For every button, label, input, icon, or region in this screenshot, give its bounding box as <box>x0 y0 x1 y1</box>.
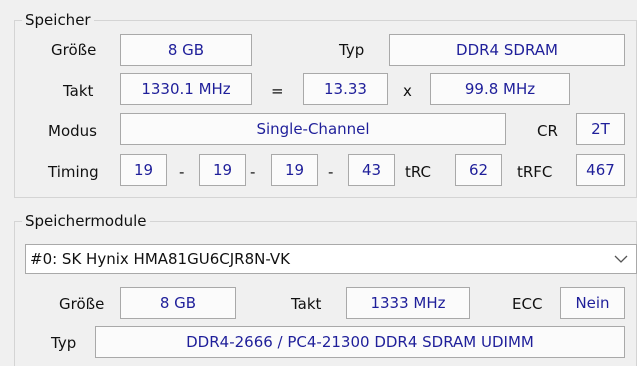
modules-group-title: Speichermodule <box>22 211 150 231</box>
memory-clock-value: 1330.1 MHz <box>120 73 252 105</box>
memory-size-value: 8 GB <box>120 34 252 66</box>
timing-separator: - <box>179 163 185 181</box>
memory-multiplier-value: 13.33 <box>303 73 388 105</box>
memory-size-label: Größe <box>51 41 97 59</box>
module-select-value: #0: SK Hynix HMA81GU6CJR8N-VK <box>30 250 290 268</box>
chevron-down-icon[interactable] <box>605 245 636 273</box>
module-ecc-value: Nein <box>560 287 625 319</box>
memory-base-clock-value: 99.8 MHz <box>430 73 570 105</box>
module-select-dropdown[interactable]: #0: SK Hynix HMA81GU6CJR8N-VK <box>25 244 637 274</box>
memory-type-label: Typ <box>339 41 365 59</box>
timing-trfc-value: 467 <box>576 154 625 186</box>
module-type-value: DDR4-2666 / PC4-21300 DDR4 SDRAM UDIMM <box>95 326 625 358</box>
module-type-label: Typ <box>51 334 77 352</box>
memory-type-value: DDR4 SDRAM <box>389 34 625 66</box>
memory-cr-label: CR <box>537 122 558 140</box>
clock-equals-sign: = <box>271 82 284 100</box>
timing-trc-value: 62 <box>455 154 502 186</box>
timing-tras-value: 43 <box>348 154 395 186</box>
timing-trc-label: tRC <box>405 163 432 181</box>
timing-cl-value: 19 <box>120 154 167 186</box>
module-ecc-label: ECC <box>512 295 543 313</box>
memory-mode-value: Single-Channel <box>120 113 506 145</box>
timing-trp-value: 19 <box>271 154 318 186</box>
module-size-label: Größe <box>59 295 105 313</box>
module-clock-value: 1333 MHz <box>346 287 470 319</box>
memory-clock-label: Takt <box>63 82 94 100</box>
clock-times-sign: x <box>403 82 412 100</box>
memory-mode-label: Modus <box>48 122 97 140</box>
timing-separator: - <box>328 163 334 181</box>
memory-group-title: Speicher <box>22 10 94 30</box>
timing-trcd-value: 19 <box>199 154 246 186</box>
memory-cr-value: 2T <box>576 113 625 145</box>
memory-timing-label: Timing <box>48 163 99 181</box>
module-clock-label: Takt <box>291 295 322 313</box>
module-size-value: 8 GB <box>120 287 236 319</box>
timing-separator: - <box>250 163 256 181</box>
timing-trfc-label: tRFC <box>517 163 553 181</box>
